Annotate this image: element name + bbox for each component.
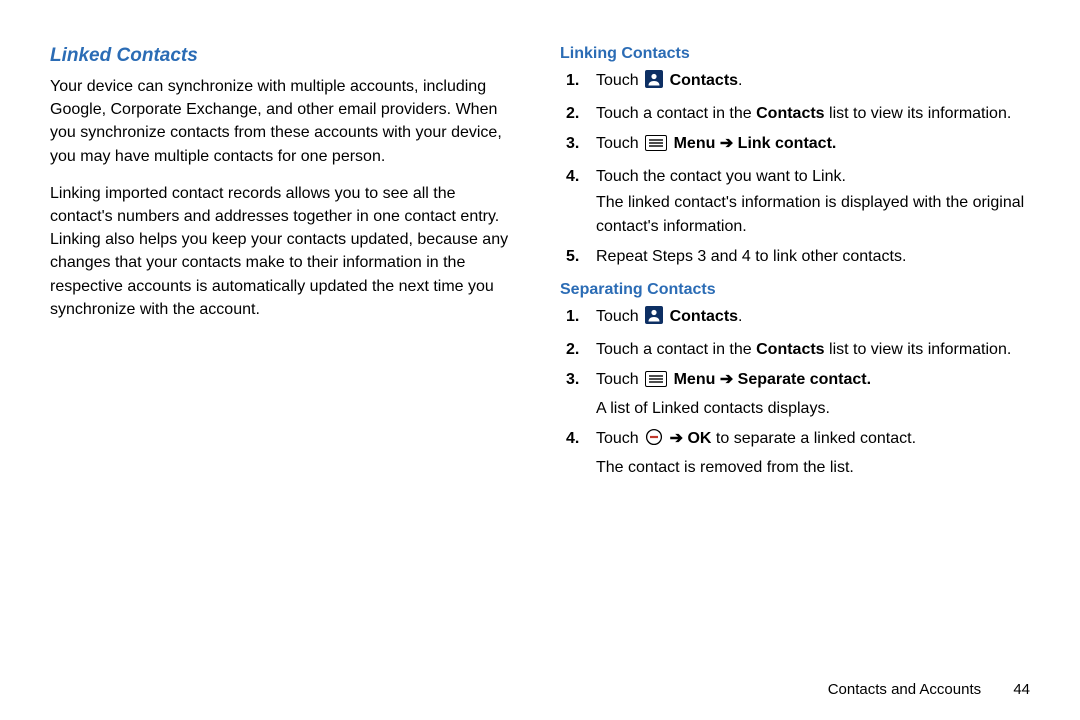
remove-icon [645, 428, 663, 454]
text-bold: OK [683, 430, 711, 447]
text-bold: Contacts [756, 341, 824, 358]
text: Touch [596, 135, 643, 152]
section-title-linked-contacts: Linked Contacts [50, 45, 520, 67]
menu-icon [645, 135, 667, 159]
arrow-icon: ➔ [670, 430, 683, 447]
text: . [738, 308, 742, 325]
text-bold: Menu [669, 371, 720, 388]
subsection-title-separating: Separating Contacts [560, 281, 1030, 299]
text-bold: Contacts [756, 105, 824, 122]
text: Touch a contact in the [596, 105, 756, 122]
page-content: Linked Contacts Your device can synchron… [0, 0, 1080, 492]
steps-linking: Touch Contacts. Touch a contact in the C… [560, 69, 1030, 269]
footer-page-number: 44 [1013, 681, 1030, 698]
text: Touch a contact in the [596, 341, 756, 358]
text-subline: The linked contact's information is disp… [596, 191, 1030, 239]
separating-step-1: Touch Contacts. [560, 305, 1030, 332]
separating-step-3: Touch Menu ➔ Separate contact. A list of… [560, 368, 1030, 421]
left-column: Linked Contacts Your device can synchron… [50, 45, 520, 492]
text: Touch [596, 72, 643, 89]
subsection-title-linking: Linking Contacts [560, 45, 1030, 63]
linking-step-2: Touch a contact in the Contacts list to … [560, 102, 1030, 126]
text-bold: Separate contact. [733, 371, 871, 388]
text-bold: Contacts [665, 308, 738, 325]
text-bold: Menu [669, 135, 720, 152]
steps-separating: Touch Contacts. Touch a contact in the C… [560, 305, 1030, 480]
body-paragraph-1: Your device can synchronize with multipl… [50, 75, 520, 168]
page-footer: Contacts and Accounts 44 [828, 681, 1030, 698]
text-subline: The contact is removed from the list. [596, 456, 1030, 480]
text: Touch [596, 430, 643, 447]
separating-step-2: Touch a contact in the Contacts list to … [560, 338, 1030, 362]
separating-step-4: Touch ➔ OK to separate a linked contact.… [560, 427, 1030, 480]
text: Repeat Steps 3 and 4 to link other conta… [596, 248, 906, 265]
linking-step-1: Touch Contacts. [560, 69, 1030, 96]
text: list to view its information. [825, 105, 1012, 122]
text: Touch [596, 308, 643, 325]
text: to separate a linked contact. [711, 430, 916, 447]
linking-step-5: Repeat Steps 3 and 4 to link other conta… [560, 245, 1030, 269]
right-column: Linking Contacts Touch Contacts. Touch a… [560, 45, 1030, 492]
text: Touch the contact you want to Link. [596, 168, 846, 185]
body-paragraph-2: Linking imported contact records allows … [50, 182, 520, 321]
text-bold: Contacts [665, 72, 738, 89]
linking-step-3: Touch Menu ➔ Link contact. [560, 132, 1030, 159]
text-bold: Link contact. [733, 135, 836, 152]
text: Touch [596, 371, 643, 388]
text: . [738, 72, 742, 89]
contacts-icon [645, 70, 663, 96]
arrow-icon: ➔ [720, 371, 733, 388]
linking-step-4: Touch the contact you want to Link. The … [560, 165, 1030, 239]
text-subline: A list of Linked contacts displays. [596, 397, 1030, 421]
text: list to view its information. [825, 341, 1012, 358]
contacts-icon [645, 306, 663, 332]
menu-icon [645, 371, 667, 395]
arrow-icon: ➔ [720, 135, 733, 152]
footer-section-label: Contacts and Accounts [828, 681, 981, 698]
